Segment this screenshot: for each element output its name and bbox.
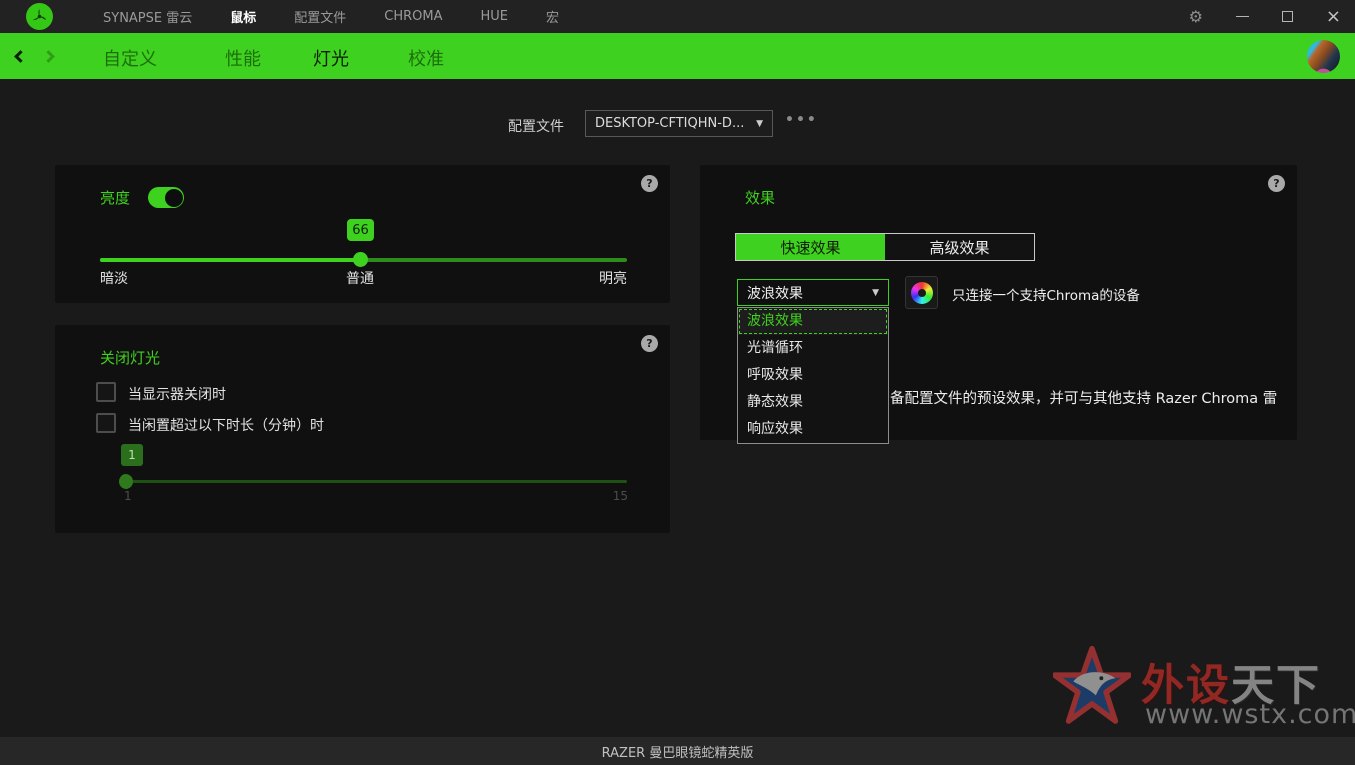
dropdown-option-wave[interactable]: 波浪效果 bbox=[738, 308, 888, 335]
brightness-slider-handle[interactable] bbox=[353, 252, 368, 267]
effects-tab-group: 快速效果 高级效果 bbox=[735, 233, 1035, 261]
brightness-value-badge: 66 bbox=[347, 219, 374, 241]
chroma-note: 只连接一个支持Chroma的设备 bbox=[952, 284, 1140, 304]
wstx-logo-icon bbox=[1053, 645, 1131, 727]
idle-slider-max-label: 15 bbox=[613, 489, 628, 503]
title-bar: SYNAPSE 雷云 鼠标 配置文件 CHROMA HUE 宏 ⚙ × bbox=[0, 0, 1355, 33]
brightness-slider[interactable] bbox=[100, 258, 627, 262]
effect-description: 备配置文件的预设效果，并可与其他支持 Razer Chroma 雷 bbox=[890, 387, 1285, 408]
dropdown-option-static[interactable]: 静态效果 bbox=[738, 389, 888, 416]
back-arrow-icon[interactable] bbox=[14, 50, 27, 63]
checkbox-display-off[interactable] bbox=[96, 382, 116, 402]
menu-item-hue[interactable]: HUE bbox=[481, 9, 509, 24]
toggle-knob bbox=[165, 189, 183, 207]
avatar[interactable] bbox=[1307, 40, 1340, 73]
brightness-label-bright: 明亮 bbox=[599, 268, 627, 288]
effects-title: 效果 bbox=[745, 187, 775, 208]
dropdown-option-reactive[interactable]: 响应效果 bbox=[738, 416, 888, 443]
help-icon[interactable]: ? bbox=[641, 175, 658, 192]
menu-item-profiles[interactable]: 配置文件 bbox=[294, 7, 346, 26]
brightness-slider-fill bbox=[100, 258, 360, 262]
chevron-down-icon: ▼ bbox=[756, 119, 763, 129]
watermark-url: www.wstx.com bbox=[1145, 699, 1355, 730]
maximize-icon[interactable] bbox=[1282, 11, 1293, 22]
brightness-label-dim: 暗淡 bbox=[100, 268, 128, 288]
profile-label: 配置文件 bbox=[508, 116, 564, 136]
effects-panel: 效果 ? 快速效果 高级效果 波浪效果 ▼ 只连接一个支持Chroma的设备 备… bbox=[700, 165, 1297, 440]
minimize-icon[interactable] bbox=[1236, 16, 1249, 17]
idle-minutes-slider-handle[interactable] bbox=[119, 474, 133, 489]
effect-select-value: 波浪效果 bbox=[747, 283, 803, 303]
idle-minutes-badge: 1 bbox=[121, 444, 143, 466]
window-controls: ⚙ × bbox=[1189, 0, 1341, 33]
close-icon[interactable]: × bbox=[1326, 8, 1341, 26]
tab-calibration[interactable]: 校准 bbox=[408, 45, 444, 71]
footer-bar: RAZER 曼巴眼镜蛇精英版 bbox=[0, 737, 1355, 765]
lights-off-title: 关闭灯光 bbox=[100, 347, 160, 368]
profile-select[interactable]: DESKTOP-CFTIQHN-D... ▼ bbox=[585, 110, 773, 137]
tab-quick-effects[interactable]: 快速效果 bbox=[736, 234, 885, 260]
lights-off-panel: 关闭灯光 ? 当显示器关闭时 当闲置超过以下时长（分钟）时 1 1 15 bbox=[55, 325, 670, 533]
idle-minutes-slider[interactable] bbox=[121, 480, 627, 483]
checkbox-display-off-label: 当显示器关闭时 bbox=[128, 384, 226, 404]
help-icon[interactable]: ? bbox=[1268, 175, 1285, 192]
razer-logo-icon[interactable] bbox=[26, 3, 53, 30]
tab-advanced-effects[interactable]: 高级效果 bbox=[885, 234, 1034, 260]
help-icon[interactable]: ? bbox=[641, 335, 658, 352]
device-name: RAZER 曼巴眼镜蛇精英版 bbox=[602, 742, 754, 761]
brightness-toggle[interactable] bbox=[148, 187, 184, 208]
forward-arrow-icon[interactable] bbox=[42, 50, 55, 63]
menu-item-synapse[interactable]: SYNAPSE 雷云 bbox=[103, 7, 192, 26]
effect-select[interactable]: 波浪效果 ▼ bbox=[737, 279, 889, 306]
chroma-color-button[interactable] bbox=[905, 276, 938, 309]
synapse-window: SYNAPSE 雷云 鼠标 配置文件 CHROMA HUE 宏 ⚙ × 自定义 … bbox=[0, 0, 1355, 765]
menu-item-macro[interactable]: 宏 bbox=[546, 7, 559, 26]
dropdown-option-spectrum[interactable]: 光谱循环 bbox=[738, 335, 888, 362]
brightness-panel: 亮度 ? 66 暗淡 普通 明亮 bbox=[55, 165, 670, 303]
tab-performance[interactable]: 性能 bbox=[225, 45, 261, 71]
checkbox-idle-timeout[interactable] bbox=[96, 413, 116, 433]
app-menu: SYNAPSE 雷云 鼠标 配置文件 CHROMA HUE 宏 bbox=[103, 0, 559, 33]
checkbox-idle-timeout-label: 当闲置超过以下时长（分钟）时 bbox=[128, 415, 324, 435]
chevron-down-icon: ▼ bbox=[872, 288, 879, 298]
dropdown-option-breathing[interactable]: 呼吸效果 bbox=[738, 362, 888, 389]
brightness-label-normal: 普通 bbox=[346, 268, 374, 288]
tab-customize[interactable]: 自定义 bbox=[103, 45, 157, 71]
watermark: 外设天下 www.wstx.com bbox=[1045, 643, 1345, 735]
settings-gear-icon[interactable]: ⚙ bbox=[1189, 9, 1203, 25]
tab-lighting[interactable]: 灯光 bbox=[313, 45, 349, 71]
device-nav-bar: 自定义 性能 灯光 校准 bbox=[0, 33, 1355, 79]
brightness-title: 亮度 bbox=[100, 187, 130, 208]
effect-dropdown-list: 波浪效果 光谱循环 呼吸效果 静态效果 响应效果 bbox=[737, 307, 889, 444]
profile-more-button[interactable]: ••• bbox=[785, 112, 818, 128]
idle-slider-min-label: 1 bbox=[124, 489, 132, 503]
menu-item-chroma[interactable]: CHROMA bbox=[384, 9, 442, 24]
color-wheel-icon bbox=[911, 282, 933, 304]
menu-item-mouse[interactable]: 鼠标 bbox=[230, 7, 256, 26]
profile-select-value: DESKTOP-CFTIQHN-D... bbox=[595, 116, 744, 131]
